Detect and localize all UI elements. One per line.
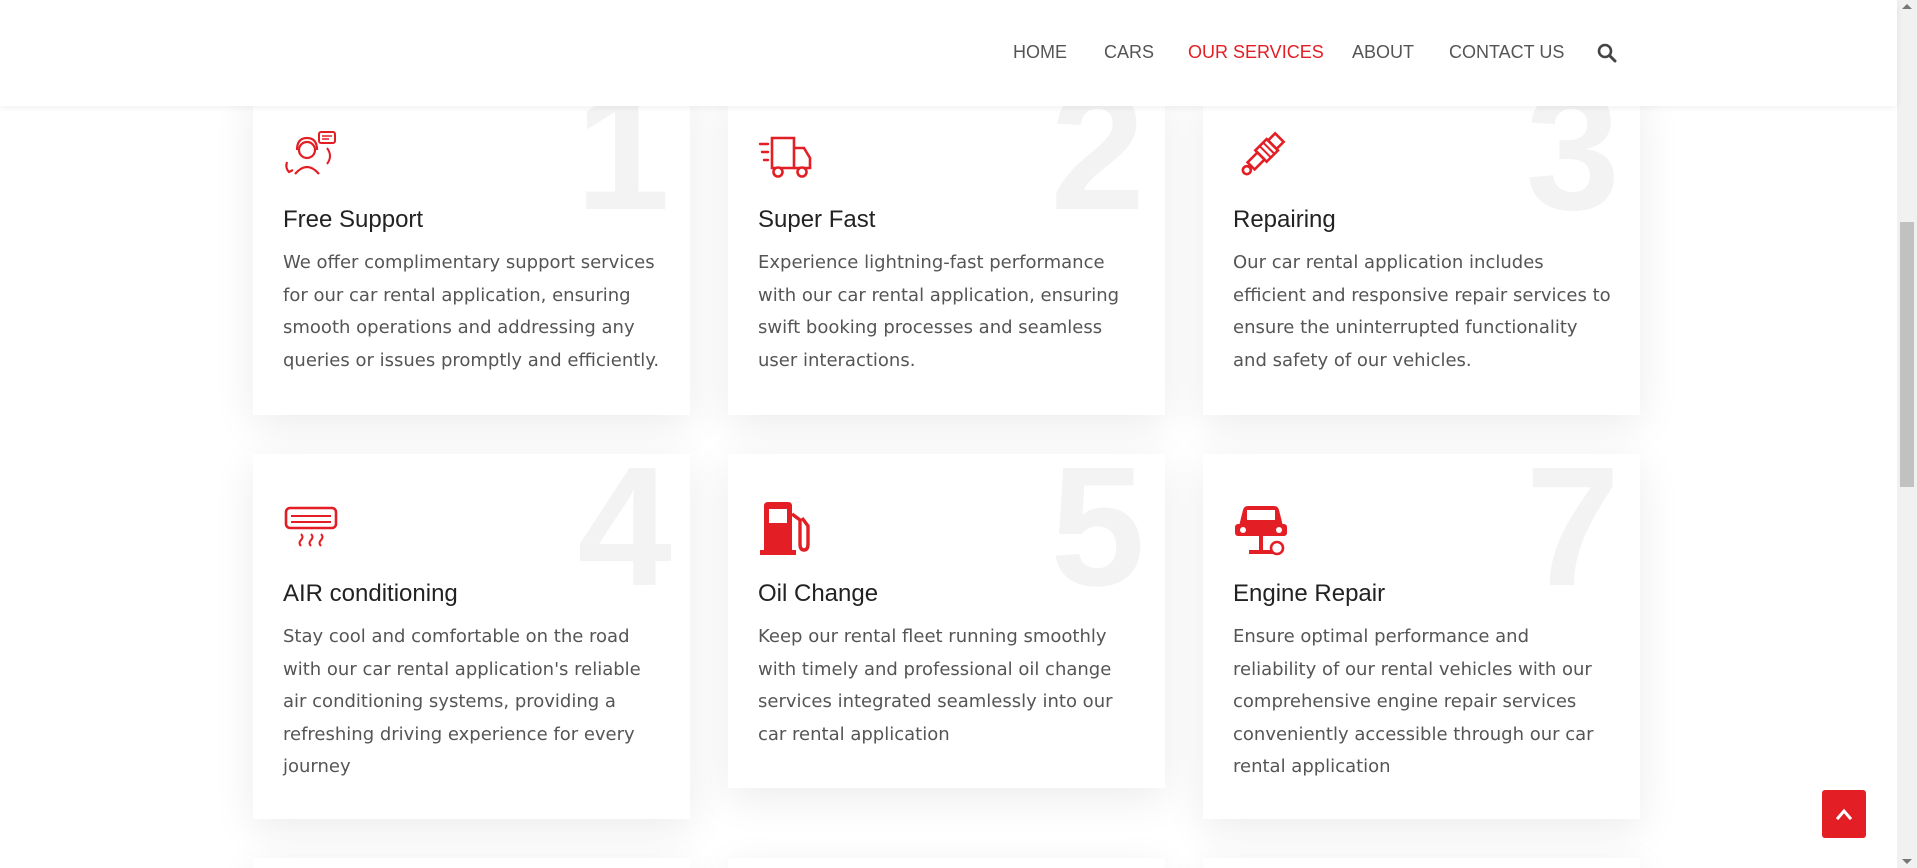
service-card-engine-repair: 7 Engine Repair Ensure optimal performan…	[1203, 454, 1640, 819]
card-title: Oil Change	[758, 580, 879, 607]
car-lift-icon	[1235, 506, 1287, 556]
spark-plug-icon	[1241, 131, 1286, 176]
card-title: Super Fast	[758, 206, 876, 233]
card-description: Keep our rental fleet running smoothly w…	[758, 626, 1113, 745]
service-card-partial	[253, 858, 690, 868]
card-description: We offer complimentary support services …	[283, 252, 660, 371]
nav-our-services[interactable]: OUR SERVICES	[1188, 42, 1324, 63]
card-number: 4	[577, 454, 672, 622]
card-number: 7	[1525, 454, 1620, 622]
card-title: Engine Repair	[1233, 580, 1386, 607]
card-description: Our car rental application includes effi…	[1233, 252, 1611, 371]
card-description: Ensure optimal performance and reliabili…	[1233, 626, 1594, 777]
card-title: Repairing	[1233, 206, 1336, 233]
service-card-super-fast: 2 Super Fast Experience lightning-fast p…	[728, 86, 1165, 415]
scroll-down-arrow[interactable]	[1902, 859, 1912, 864]
service-card-repairing: 3 Repairing Our car rental application i…	[1203, 86, 1640, 415]
scroll-thumb[interactable]	[1900, 222, 1914, 487]
page-scrollbar[interactable]	[1897, 0, 1917, 868]
scroll-to-top-button[interactable]	[1822, 790, 1866, 838]
service-card-partial	[1203, 858, 1640, 868]
search-icon[interactable]	[1597, 43, 1617, 63]
card-number: 2	[1050, 86, 1145, 246]
support-agent-icon	[285, 131, 336, 175]
scroll-up-arrow[interactable]	[1902, 4, 1912, 9]
service-card-free-support: 1 Free Support We offer complimentary su…	[253, 86, 690, 415]
service-card-partial	[728, 858, 1165, 868]
nav-about[interactable]: ABOUT	[1352, 42, 1414, 63]
card-number: 1	[575, 86, 670, 246]
nav-cars[interactable]: CARS	[1104, 42, 1154, 63]
card-title: Free Support	[283, 206, 424, 233]
card-number: 3	[1525, 86, 1620, 246]
card-title: AIR conditioning	[283, 580, 458, 607]
nav-contact-us[interactable]: CONTACT US	[1449, 42, 1564, 63]
card-number: 5	[1050, 454, 1145, 622]
card-description: Experience lightning-fast performance wi…	[758, 252, 1120, 371]
service-card-air-conditioning: 4 AIR conditioning Stay cool and comfort…	[253, 454, 690, 819]
fuel-pump-icon	[760, 502, 810, 555]
site-header: HOME CARS OUR SERVICES ABOUT CONTACT US	[0, 0, 1897, 106]
chevron-up-icon	[1836, 808, 1852, 820]
card-description: Stay cool and comfortable on the road wi…	[283, 626, 641, 777]
service-card-oil-change: 5 Oil Change Keep our rental fleet runni…	[728, 454, 1165, 788]
fast-truck-icon	[758, 136, 812, 178]
air-conditioner-icon	[284, 506, 338, 547]
nav-home[interactable]: HOME	[1013, 42, 1067, 63]
